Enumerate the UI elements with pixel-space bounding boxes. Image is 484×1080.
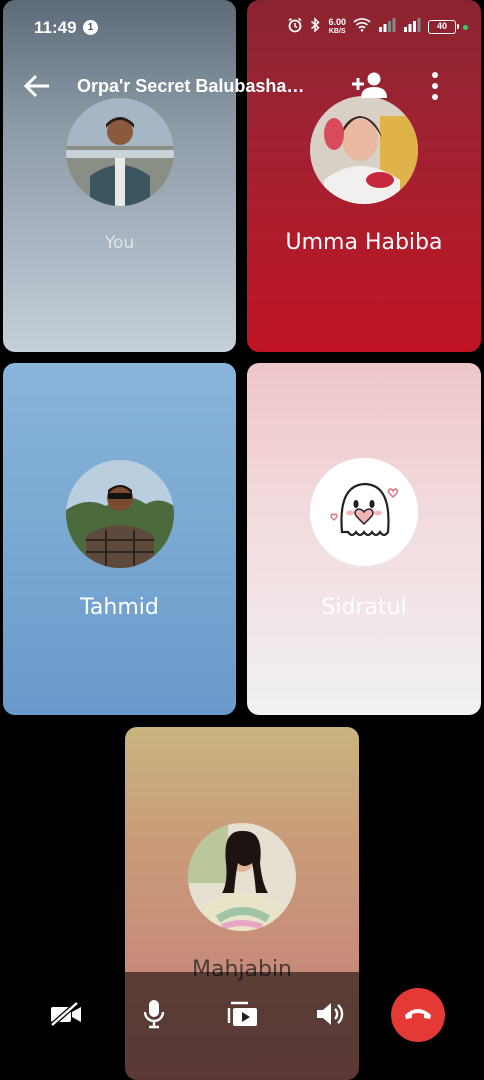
present-screen-button[interactable] bbox=[225, 998, 261, 1034]
end-call-button[interactable] bbox=[391, 988, 445, 1042]
mic-icon bbox=[142, 999, 166, 1034]
participant-name: Sidratul bbox=[321, 595, 407, 620]
avatar bbox=[65, 98, 174, 206]
add-participant-button[interactable] bbox=[352, 70, 388, 100]
avatar bbox=[310, 458, 418, 566]
participant-tile-tahmid[interactable]: Tahmid bbox=[3, 363, 236, 715]
more-options-button[interactable] bbox=[424, 70, 446, 102]
call-end-icon bbox=[403, 1005, 433, 1026]
participant-name: You bbox=[104, 233, 135, 253]
participant-name: Umma Habiba bbox=[285, 230, 443, 255]
avatar bbox=[310, 96, 418, 204]
privacy-indicator-dot bbox=[463, 24, 468, 30]
status-icons: 6.00 KB/S 40 bbox=[287, 16, 468, 38]
call-title: Orpa'r Secret Balubasha… bbox=[77, 76, 305, 96]
bluetooth-icon bbox=[310, 16, 321, 38]
volume-up-icon bbox=[315, 1000, 347, 1033]
wifi-icon bbox=[353, 17, 371, 37]
call-controls bbox=[0, 972, 484, 1080]
present-screen-icon bbox=[227, 1000, 259, 1033]
notification-badge: 1 bbox=[83, 20, 98, 35]
status-time: 11:49 bbox=[34, 18, 77, 37]
participant-tile-sidratul[interactable]: Sidratul bbox=[247, 363, 481, 715]
avatar bbox=[188, 823, 296, 931]
arrow-back-icon bbox=[22, 74, 52, 104]
status-bar: 11:49 1 6.00 KB/S 40 bbox=[0, 0, 484, 54]
back-button[interactable] bbox=[22, 72, 52, 100]
speaker-button[interactable] bbox=[313, 998, 349, 1034]
battery-indicator: 40 bbox=[428, 20, 459, 34]
videocam-off-icon bbox=[49, 999, 83, 1032]
more-vert-icon bbox=[424, 72, 446, 106]
signal-icon bbox=[378, 17, 396, 37]
network-speed: 6.00 KB/S bbox=[328, 17, 346, 36]
toggle-camera-button[interactable] bbox=[48, 998, 84, 1034]
toggle-mic-button[interactable] bbox=[136, 998, 172, 1034]
signal-icon-2 bbox=[403, 17, 421, 37]
alarm-icon bbox=[287, 17, 303, 38]
participant-name: Tahmid bbox=[80, 595, 159, 620]
person-add-icon bbox=[352, 72, 388, 104]
avatar bbox=[65, 460, 174, 568]
call-header: Orpa'r Secret Balubasha… bbox=[0, 60, 484, 112]
